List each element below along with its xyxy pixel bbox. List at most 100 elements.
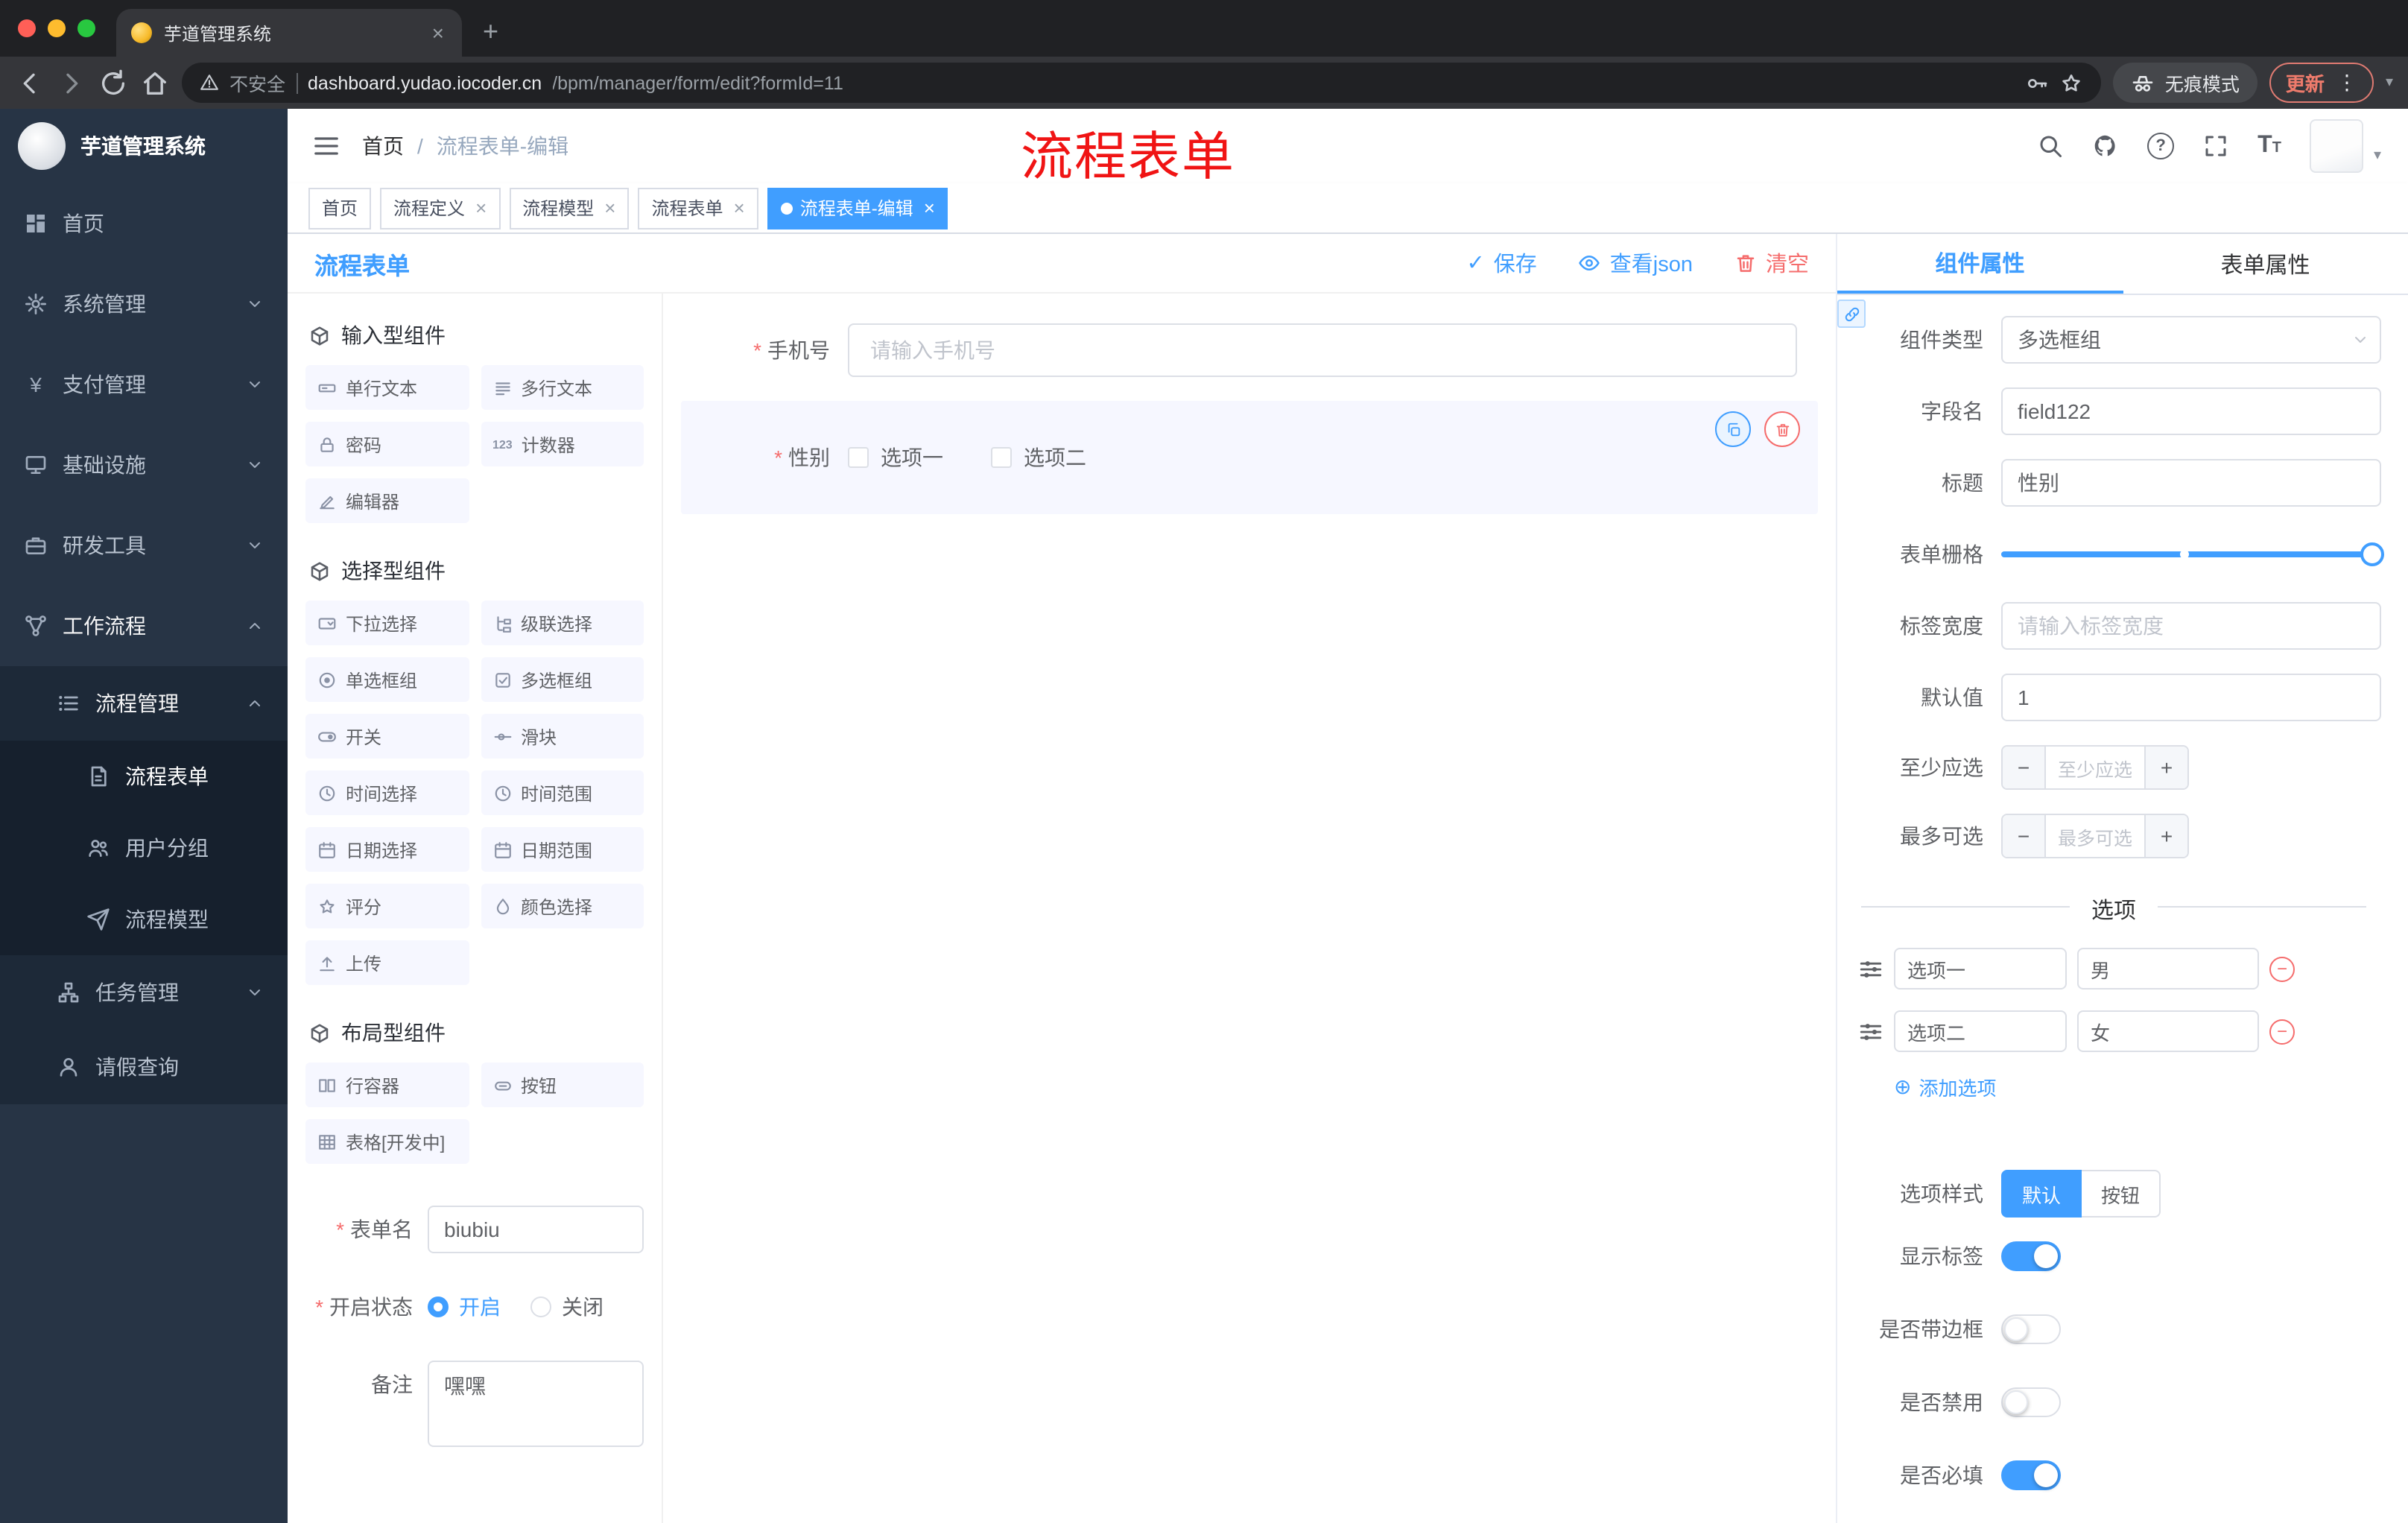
palette-item-counter[interactable]: 123 计数器 <box>481 422 644 466</box>
label-width-input[interactable] <box>2001 602 2381 650</box>
sidebar-item-task-mgmt[interactable]: 任务管理 <box>0 955 288 1030</box>
github-icon[interactable] <box>2092 133 2119 159</box>
sidebar-item-user-group[interactable]: 用户分组 <box>0 812 288 884</box>
minimize-window-button[interactable] <box>48 19 66 37</box>
palette-item-radio-group[interactable]: 单选框组 <box>305 657 469 702</box>
tag-process-model[interactable]: 流程模型 × <box>509 187 630 229</box>
tag-close-icon[interactable]: × <box>475 197 487 219</box>
home-icon[interactable] <box>140 68 170 98</box>
drag-handle-icon[interactable] <box>1858 1019 1883 1044</box>
sidebar-item-system[interactable]: 系统管理 <box>0 264 288 344</box>
fullscreen-icon[interactable] <box>2202 133 2229 159</box>
forward-icon[interactable] <box>57 68 86 98</box>
status-radio-on[interactable]: 开启 <box>428 1283 501 1331</box>
palette-item-multi-text[interactable]: 多行文本 <box>481 365 644 410</box>
designer-canvas[interactable]: 手机号 性别 选项一 选项二 <box>663 294 1836 1523</box>
app-logo[interactable]: 芋道管理系统 <box>0 109 288 183</box>
option-value-input[interactable] <box>2077 1010 2259 1052</box>
duplicate-component-button[interactable] <box>1715 411 1751 447</box>
tag-home[interactable]: 首页 <box>308 187 372 229</box>
browser-tab[interactable]: 芋道管理系统 × <box>116 9 462 57</box>
tag-process-form[interactable]: 流程表单 × <box>638 187 758 229</box>
min-select-value[interactable]: 至少应选 <box>2046 747 2144 788</box>
close-window-button[interactable] <box>18 19 36 37</box>
palette-item-date-picker[interactable]: 日期选择 <box>305 827 469 872</box>
add-option-button[interactable]: ⊕ 添加选项 <box>1894 1073 2381 1101</box>
status-radio-off[interactable]: 关闭 <box>530 1283 603 1331</box>
tag-close-icon[interactable]: × <box>734 197 745 219</box>
breadcrumb-home[interactable]: 首页 <box>362 131 404 161</box>
font-size-icon[interactable]: TT <box>2258 133 2281 158</box>
max-select-value[interactable]: 最多可选 <box>2046 815 2144 857</box>
palette-item-table[interactable]: 表格[开发中] <box>305 1119 469 1164</box>
border-toggle[interactable] <box>2001 1314 2061 1344</box>
checkbox-icon[interactable] <box>991 447 1012 468</box>
palette-item-cascader[interactable]: 级联选择 <box>481 601 644 645</box>
option-label-input[interactable] <box>1894 1010 2067 1052</box>
form-name-input[interactable] <box>428 1206 644 1253</box>
phone-field-row[interactable]: 手机号 <box>681 323 1818 377</box>
reload-icon[interactable] <box>98 68 128 98</box>
phone-field-input[interactable] <box>848 323 1797 377</box>
remove-option-button[interactable]: − <box>2269 956 2295 981</box>
back-icon[interactable] <box>15 68 45 98</box>
form-remark-textarea[interactable]: 嘿嘿 <box>428 1361 644 1447</box>
palette-item-row-container[interactable]: 行容器 <box>305 1063 469 1107</box>
sidebar-item-home[interactable]: 首页 <box>0 183 288 264</box>
palette-item-select[interactable]: 下拉选择 <box>305 601 469 645</box>
style-button-button[interactable]: 按钮 <box>2082 1170 2161 1218</box>
option-label-input[interactable] <box>1894 948 2067 990</box>
sidebar-item-process-mgmt[interactable]: 流程管理 <box>0 666 288 741</box>
palette-item-button[interactable]: 按钮 <box>481 1063 644 1107</box>
save-button[interactable]: ✓ 保存 <box>1466 247 1536 279</box>
delete-component-button[interactable] <box>1764 411 1800 447</box>
browser-menu-icon[interactable]: ⋮ <box>2336 70 2357 95</box>
plus-icon[interactable]: + <box>2144 815 2187 857</box>
tab-close-icon[interactable]: × <box>429 21 447 45</box>
palette-item-slider[interactable]: 滑块 <box>481 714 644 759</box>
slider-handle[interactable] <box>2360 542 2384 566</box>
browser-update-button[interactable]: 更新 ⋮ <box>2269 63 2374 103</box>
palette-item-rate[interactable]: 评分 <box>305 884 469 928</box>
zoom-window-button[interactable] <box>77 19 95 37</box>
required-toggle[interactable] <box>2001 1460 2061 1490</box>
drag-handle-icon[interactable] <box>1858 956 1883 981</box>
sidebar-item-infra[interactable]: 基础设施 <box>0 425 288 505</box>
bookmark-star-icon[interactable] <box>2059 71 2083 95</box>
default-value-input[interactable] <box>2001 674 2381 721</box>
view-json-button[interactable]: 查看json <box>1579 247 1693 279</box>
new-tab-button[interactable]: + <box>483 16 498 48</box>
palette-item-switch[interactable]: 开关 <box>305 714 469 759</box>
grid-slider[interactable] <box>2001 531 2384 578</box>
tag-process-definition[interactable]: 流程定义 × <box>380 187 501 229</box>
sidebar-item-devtools[interactable]: 研发工具 <box>0 505 288 586</box>
slider-track[interactable] <box>2001 551 2381 557</box>
title-input[interactable] <box>2001 459 2381 507</box>
tag-close-icon[interactable]: × <box>604 197 615 219</box>
sidebar-item-leave-query[interactable]: 请假查询 <box>0 1030 288 1104</box>
gender-option-2[interactable]: 选项二 <box>991 443 1086 472</box>
avatar[interactable] <box>2309 119 2363 173</box>
palette-item-upload[interactable]: 上传 <box>305 940 469 985</box>
sidebar-item-workflow[interactable]: 工作流程 <box>0 586 288 666</box>
palette-item-editor[interactable]: 编辑器 <box>305 478 469 523</box>
checkbox-icon[interactable] <box>848 447 869 468</box>
palette-item-date-range[interactable]: 日期范围 <box>481 827 644 872</box>
palette-item-time-picker[interactable]: 时间选择 <box>305 770 469 815</box>
sidebar-item-process-model[interactable]: 流程模型 <box>0 884 288 955</box>
tab-form-props[interactable]: 表单属性 <box>2123 234 2408 294</box>
tag-process-form-edit[interactable]: 流程表单-编辑 × <box>767 187 948 229</box>
component-type-select[interactable]: 多选框组 <box>2001 316 2381 364</box>
sidebar-item-payment[interactable]: ¥ 支付管理 <box>0 344 288 425</box>
gender-field-selected[interactable]: 性别 选项一 选项二 <box>681 401 1818 514</box>
password-key-icon[interactable] <box>2025 71 2049 95</box>
field-name-input[interactable] <box>2001 387 2381 435</box>
link-button[interactable] <box>1837 300 1866 328</box>
help-icon[interactable]: ? <box>2147 133 2175 159</box>
palette-item-checkbox-group[interactable]: 多选框组 <box>481 657 644 702</box>
gender-option-1[interactable]: 选项一 <box>848 443 943 472</box>
palette-item-color-picker[interactable]: 颜色选择 <box>481 884 644 928</box>
toolbar-caret-icon[interactable]: ▾ <box>2386 75 2393 91</box>
address-bar[interactable]: 不安全 dashboard.yudao.iocoder.cn /bpm/mana… <box>182 63 2101 103</box>
avatar-caret-icon[interactable]: ▾ <box>2374 148 2381 164</box>
